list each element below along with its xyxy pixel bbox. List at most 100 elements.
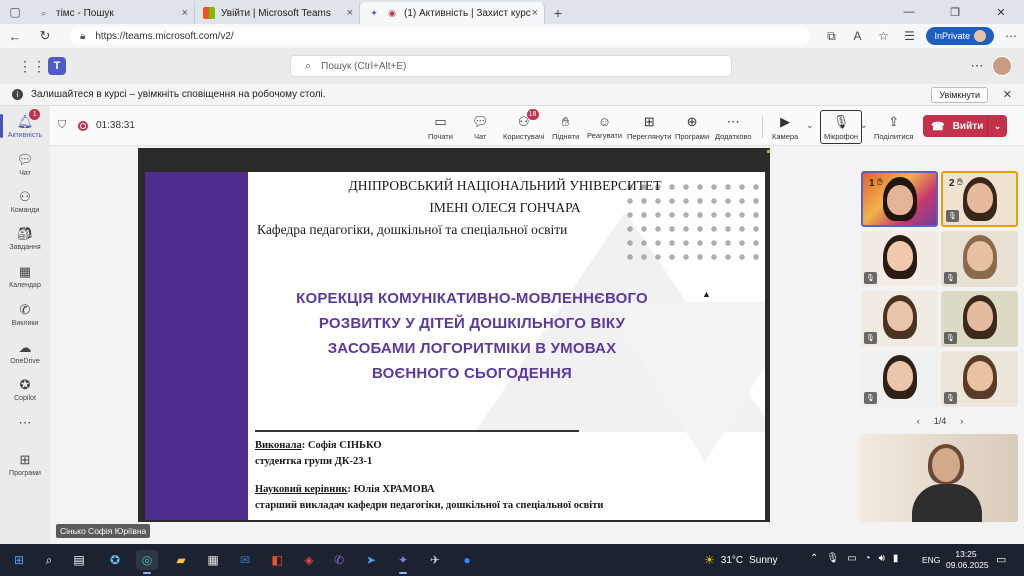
raise-hand-button[interactable]: ✋︎ Підняти (552, 110, 579, 144)
rail-item-calendar[interactable]: ▦ Календар (0, 258, 50, 294)
self-view-video[interactable] (860, 434, 1018, 522)
participant-face (886, 361, 913, 391)
rail-item-chat[interactable]: 💬︎ Чат (0, 146, 50, 182)
viber-icon[interactable]: ✆ (328, 550, 350, 570)
self-view-face (932, 448, 960, 482)
supervisor-position: старший викладач кафедри педагогіки, дош… (255, 500, 604, 511)
weather-widget[interactable]: ☀ 31°C Sunny (704, 553, 777, 567)
rail-item-onedrive[interactable]: ☁ OneDrive (0, 334, 50, 370)
view-button[interactable]: ⊞ Переглянути (627, 110, 671, 144)
app-icon[interactable]: ✈ (424, 550, 446, 570)
close-icon[interactable]: × (532, 7, 538, 19)
back-button[interactable]: ← (0, 24, 30, 48)
participant-tile[interactable]: 🎙︎ (861, 291, 938, 347)
maximize-icon[interactable]: ❐ (932, 0, 978, 24)
rail-item-calls[interactable]: ✆ Виклики (0, 296, 50, 332)
close-icon[interactable]: ✕ (1003, 88, 1012, 101)
raised-hand-icon: ✋︎ (877, 177, 883, 188)
network-icon[interactable]: ◔ (865, 553, 871, 564)
more-horizontal-icon: ⋯ (726, 113, 740, 129)
rail-item-assignments[interactable]: 🎒︎ Завдання (0, 220, 50, 256)
share-button[interactable]: ⇪ Поділитися (874, 110, 913, 144)
participant-tile[interactable]: 🎙︎ (941, 351, 1018, 407)
search-icon[interactable]: ⌕ (38, 550, 60, 570)
participant-tile[interactable]: 🎙︎ (941, 291, 1018, 347)
app-available-icon[interactable]: ⧉ (818, 29, 844, 44)
teams-taskbar-icon[interactable]: ✦ (392, 550, 414, 574)
camera-button[interactable]: ▶︎ Камера (772, 110, 798, 144)
rail-item-copilot[interactable]: ✪ Copilot (0, 371, 50, 407)
leave-options-chevron-icon[interactable]: ⌄ (987, 115, 1007, 137)
rail-more-button[interactable]: ⋯ (0, 406, 50, 442)
window-controls: — ❐ ✕ (886, 0, 1024, 24)
browser-tab-search[interactable]: ⌕ тімс - Пошук × (30, 2, 195, 24)
browser-tab-activity[interactable]: ✦ ◉ (1) Активність | Захист курс × (360, 2, 545, 24)
store-icon[interactable]: ▦ (202, 550, 224, 570)
more-actions-button[interactable]: ⋯ Додатково (715, 110, 752, 144)
rail-item-apps[interactable]: ⊞ Програми (0, 446, 50, 482)
reload-button[interactable]: ↻ (30, 24, 60, 48)
telegram-icon[interactable]: ➤ (360, 550, 382, 570)
rail-item-activity[interactable]: 🔔︎ 1 Активність (0, 108, 50, 144)
close-icon[interactable]: × (347, 7, 353, 19)
participant-tile[interactable]: 1 ✋︎ (861, 171, 938, 227)
start-button[interactable]: ▭ Почати (428, 110, 453, 144)
chevron-right-icon[interactable]: › (960, 416, 963, 426)
camera-options-chevron-icon[interactable]: ⌄ (806, 120, 814, 131)
windows-start-icon[interactable]: ⊞ (8, 550, 30, 570)
browser-menu-icon[interactable]: ⋯ (998, 29, 1024, 43)
notifications-icon[interactable]: ▭ (996, 553, 1006, 566)
participant-face (966, 183, 993, 213)
enable-notifications-button[interactable]: Увімкнути (931, 87, 988, 103)
react-button[interactable]: ☺ Реагувати (587, 110, 622, 144)
microphone-icon[interactable]: 🎙︎ (826, 553, 839, 564)
minimize-icon[interactable]: — (886, 0, 932, 24)
chat-button[interactable]: 💬︎ Чат (472, 110, 489, 144)
chevron-up-icon[interactable]: ⌃ (810, 553, 818, 564)
favorite-star-icon[interactable]: ☆ (870, 29, 896, 43)
read-aloud-icon[interactable]: A (844, 29, 870, 43)
sun-icon: ☀ (704, 553, 715, 567)
participant-tile[interactable]: 🎙︎ (861, 231, 938, 287)
shield-icon[interactable]: ⛉ (58, 119, 66, 132)
author-line: Виконала: Софія СІНЬКО (255, 440, 382, 451)
chevron-left-icon[interactable]: ‹ (917, 416, 920, 426)
system-clock[interactable]: 13:25 09.06.2025 (946, 549, 989, 571)
copilot-icon[interactable]: ✪ (104, 550, 126, 570)
more-options-icon[interactable]: ⋯ (962, 58, 992, 74)
display-icon[interactable]: ▭ (847, 553, 856, 564)
task-view-icon[interactable]: ▤ (68, 550, 90, 570)
new-tab-button[interactable]: + (545, 2, 571, 24)
zoom-icon[interactable]: ● (456, 550, 478, 570)
file-explorer-icon[interactable]: ▰ (170, 550, 192, 570)
favorites-icon[interactable]: ☰ (896, 29, 922, 43)
participant-tile[interactable]: 2 ✋︎ 🎙︎ (941, 171, 1018, 227)
people-button[interactable]: ⚇ 18 Користувачі (503, 108, 544, 144)
leave-button[interactable]: ☎ Вийти ⌄ (923, 115, 1007, 137)
windows-taskbar: ⊞ ⌕ ▤ ✪ ◎ ▰ ▦ ✉ ◧ ◈ ✆ ➤ ✦ ✈ ● ☀ 31°C Sun… (0, 544, 1024, 576)
participant-tile[interactable]: 🎙︎ (941, 231, 1018, 287)
inprivate-badge[interactable]: InPrivate (926, 27, 994, 45)
outlook-icon[interactable]: ✉ (234, 550, 256, 570)
battery-icon[interactable]: ▮ (893, 553, 899, 564)
tab-actions-icon[interactable]: ▢ (0, 0, 30, 24)
volume-icon[interactable]: 🔊︎ (879, 553, 885, 564)
url-field[interactable]: 🔒︎ https://teams.microsoft.com/v2/ (70, 27, 810, 45)
input-language[interactable]: ENG (922, 555, 940, 565)
microphone-button[interactable]: 🎙︎ Мікрофон (820, 110, 863, 144)
close-window-icon[interactable]: ✕ (978, 0, 1024, 24)
left-rail: 🔔︎ 1 Активність 💬︎ Чат ⚇ Команди 🎒︎ Завда… (0, 106, 50, 544)
browser-tab-teams-login[interactable]: Увійти | Microsoft Teams × (195, 2, 360, 24)
participant-tile[interactable]: 🎙︎ (861, 351, 938, 407)
close-icon[interactable]: × (182, 7, 188, 19)
app-icon[interactable]: ◈ (298, 550, 320, 570)
edge-browser-icon[interactable]: ◎ (136, 550, 158, 574)
slide-title-line: РОЗВИТКУ У ДІТЕЙ ДОШКІЛЬНОГО ВІКУ (318, 315, 626, 332)
apps-button[interactable]: ⊕ Програми (675, 110, 709, 144)
rail-item-teams[interactable]: ⚇ Команди (0, 183, 50, 219)
office-icon[interactable]: ◧ (266, 550, 288, 570)
system-tray: ⌃ 🎙︎ ▭ ◔ 🔊︎ ▮ (810, 553, 898, 564)
user-avatar[interactable] (992, 56, 1012, 76)
search-input[interactable]: ⌕ Пошук (Ctrl+Alt+E) (290, 55, 732, 77)
mic-options-chevron-icon[interactable]: ⌄ (860, 120, 868, 131)
